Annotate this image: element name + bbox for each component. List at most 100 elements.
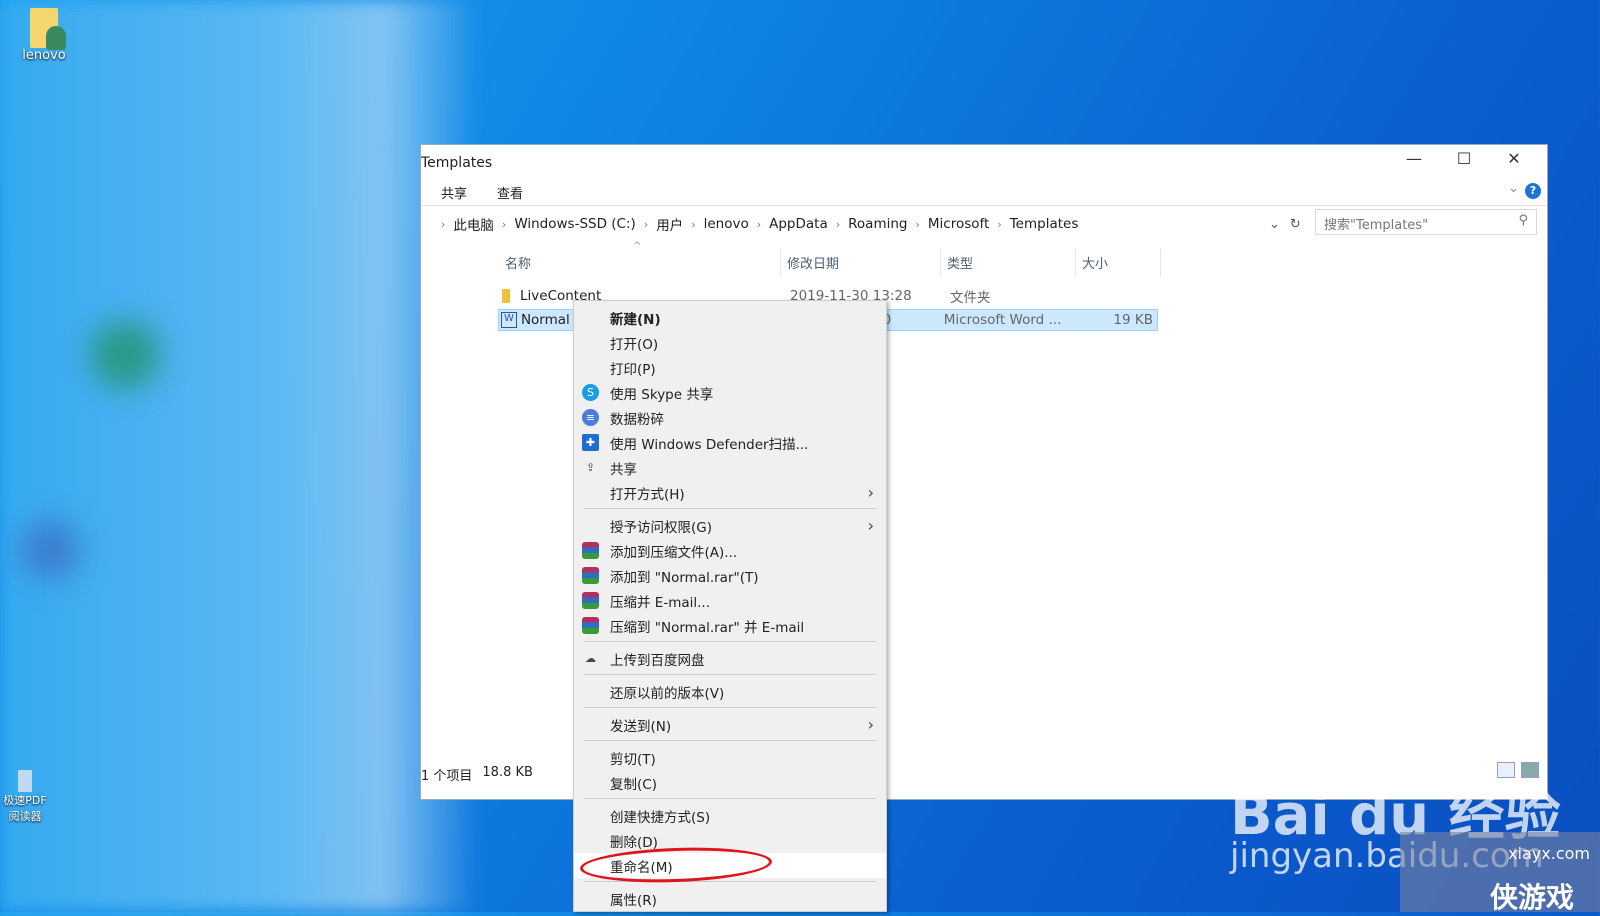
chevron-right-icon: › bbox=[835, 217, 841, 231]
file-type: 文件夹 bbox=[950, 290, 991, 306]
menu-item-label: 复制(C) bbox=[610, 776, 657, 793]
menu-item[interactable]: 打开(O) bbox=[574, 330, 886, 355]
menu-item[interactable]: ☁ 上传到百度网盘 bbox=[574, 646, 886, 671]
column-name[interactable]: 名称 bbox=[499, 249, 781, 277]
breadcrumb-item[interactable]: 此电脑 bbox=[453, 214, 494, 234]
menu-item[interactable]: 发送到(N) › bbox=[574, 712, 886, 737]
chevron-right-icon: › bbox=[501, 217, 507, 231]
window-title: Templates bbox=[421, 155, 493, 171]
menu-item-label: 上传到百度网盘 bbox=[610, 652, 705, 669]
menu-item-label: 新建(N) bbox=[610, 311, 661, 328]
submenu-arrow-icon: › bbox=[867, 516, 874, 535]
blurred-desktop-area bbox=[0, 0, 480, 912]
shred-icon: ≡ bbox=[582, 409, 599, 426]
menu-item[interactable]: 还原以前的版本(V) bbox=[574, 679, 886, 704]
desktop-icon-pdf-reader[interactable]: 极速PDF阅读器 bbox=[0, 770, 50, 824]
column-size[interactable]: 大小 bbox=[1076, 249, 1161, 277]
submenu-arrow-icon: › bbox=[867, 483, 874, 502]
menu-item-label: 打印(P) bbox=[610, 361, 656, 378]
menu-item-label: 创建快捷方式(S) bbox=[610, 809, 711, 826]
share-icon: ⇪ bbox=[585, 461, 596, 474]
blurred-icon bbox=[20, 520, 80, 580]
menu-item[interactable]: S 使用 Skype 共享 bbox=[574, 380, 886, 405]
search-input[interactable]: 搜索"Templates" ⚲ bbox=[1315, 209, 1537, 235]
menu-item[interactable]: 打开方式(H) › bbox=[574, 480, 886, 505]
breadcrumb[interactable]: › 此电脑 › Windows-SSD (C:) › 用户 › lenovo › App… bbox=[441, 211, 1281, 237]
word-document-icon: W bbox=[501, 312, 517, 328]
address-dropdown-icon[interactable]: ⌄ bbox=[1269, 217, 1280, 232]
menu-item-label: 打开方式(H) bbox=[610, 486, 685, 503]
menu-item-label: 添加到 "Normal.rar"(T) bbox=[610, 569, 759, 586]
desktop-icon-lenovo[interactable]: lenovo bbox=[14, 8, 74, 63]
menu-item-label: 还原以前的版本(V) bbox=[610, 685, 725, 702]
chevron-right-icon: › bbox=[441, 217, 446, 231]
menu-item[interactable]: ⇪ 共享 bbox=[574, 455, 886, 480]
menu-item[interactable]: 授予访问权限(G) › bbox=[574, 513, 886, 538]
winrar-icon bbox=[582, 542, 599, 559]
help-icon[interactable]: ? bbox=[1525, 183, 1541, 199]
menu-item[interactable]: 属性(R) bbox=[574, 886, 886, 911]
user-folder-icon bbox=[30, 8, 66, 50]
chevron-right-icon: › bbox=[756, 217, 762, 231]
tab-share[interactable]: 共享 bbox=[441, 183, 467, 202]
selection-size: 18.8 KB bbox=[482, 765, 533, 780]
menu-separator bbox=[584, 740, 876, 741]
column-modified[interactable]: 修改日期 bbox=[781, 249, 941, 277]
menu-item-label: 打开(O) bbox=[610, 336, 659, 353]
close-button[interactable]: ✕ bbox=[1491, 149, 1537, 175]
menu-item-label: 发送到(N) bbox=[610, 718, 672, 735]
menu-item-label: 压缩到 "Normal.rar" 并 E-mail bbox=[610, 619, 805, 636]
maximize-button[interactable]: ☐ bbox=[1441, 149, 1487, 175]
menu-item-label: 剪切(T) bbox=[610, 751, 656, 768]
menu-item[interactable]: 打印(P) bbox=[574, 355, 886, 380]
chevron-right-icon: › bbox=[915, 217, 920, 231]
breadcrumb-item[interactable]: lenovo bbox=[704, 216, 749, 232]
file-type: Microsoft Word ... bbox=[943, 312, 1062, 328]
menu-item[interactable]: 压缩到 "Normal.rar" 并 E-mail bbox=[574, 613, 886, 638]
winrar-icon bbox=[582, 567, 599, 584]
winrar-icon bbox=[582, 592, 599, 609]
file-size: 19 KB bbox=[1113, 312, 1154, 328]
tab-view[interactable]: 查看 bbox=[497, 183, 523, 202]
menu-item-label: 数据粉碎 bbox=[610, 411, 664, 428]
menu-item[interactable]: 剪切(T) bbox=[574, 745, 886, 770]
minimize-button[interactable]: — bbox=[1391, 149, 1437, 175]
breadcrumb-item[interactable]: Templates bbox=[1010, 216, 1079, 232]
menu-item[interactable]: 添加到 "Normal.rar"(T) bbox=[574, 563, 886, 588]
menu-separator bbox=[584, 641, 876, 642]
menu-item[interactable]: ≡ 数据粉碎 bbox=[574, 405, 886, 430]
menu-item[interactable]: 新建(N) bbox=[574, 305, 886, 330]
expand-ribbon-icon[interactable]: ⌄ bbox=[1508, 181, 1519, 196]
menu-item-label: 使用 Skype 共享 bbox=[610, 386, 714, 403]
menu-item[interactable]: 添加到压缩文件(A)... bbox=[574, 538, 886, 563]
chevron-right-icon: › bbox=[691, 217, 696, 231]
menu-item-label: 共享 bbox=[610, 461, 637, 478]
status-bar: 1 个项目 18.8 KB bbox=[421, 765, 533, 784]
menu-item-label: 添加到压缩文件(A)... bbox=[610, 544, 738, 561]
item-count: 1 个项目 bbox=[421, 769, 473, 784]
site-url: xiayx.com bbox=[1508, 844, 1590, 863]
breadcrumb-item[interactable]: Windows-SSD (C:) bbox=[514, 216, 635, 232]
menu-item[interactable]: ✚ 使用 Windows Defender扫描... bbox=[574, 430, 886, 455]
menu-item[interactable]: 复制(C) bbox=[574, 770, 886, 795]
breadcrumb-item[interactable]: AppData bbox=[769, 216, 828, 232]
blurred-icon bbox=[90, 320, 160, 390]
chevron-right-icon: › bbox=[643, 217, 649, 231]
submenu-arrow-icon: › bbox=[867, 715, 874, 734]
search-icon[interactable]: ⚲ bbox=[1518, 213, 1528, 228]
breadcrumb-item[interactable]: Roaming bbox=[848, 216, 907, 232]
baidu-netdisk-icon: ☁ bbox=[585, 652, 596, 665]
menu-separator bbox=[584, 707, 876, 708]
menu-item[interactable]: 创建快捷方式(S) bbox=[574, 803, 886, 828]
refresh-icon[interactable]: ↻ bbox=[1290, 217, 1301, 232]
site-watermark: xiayx.com 侠游戏 bbox=[1400, 832, 1600, 914]
menu-item-label: 压缩并 E-mail... bbox=[610, 594, 710, 611]
menu-item[interactable]: 压缩并 E-mail... bbox=[574, 588, 886, 613]
pdf-reader-icon bbox=[18, 770, 32, 792]
defender-shield-icon: ✚ bbox=[582, 434, 599, 451]
site-logo: 侠游戏 bbox=[1490, 881, 1575, 914]
skype-icon: S bbox=[582, 384, 599, 401]
breadcrumb-item[interactable]: Microsoft bbox=[928, 216, 989, 232]
breadcrumb-item[interactable]: 用户 bbox=[656, 214, 683, 234]
column-type[interactable]: 类型 bbox=[941, 249, 1076, 277]
